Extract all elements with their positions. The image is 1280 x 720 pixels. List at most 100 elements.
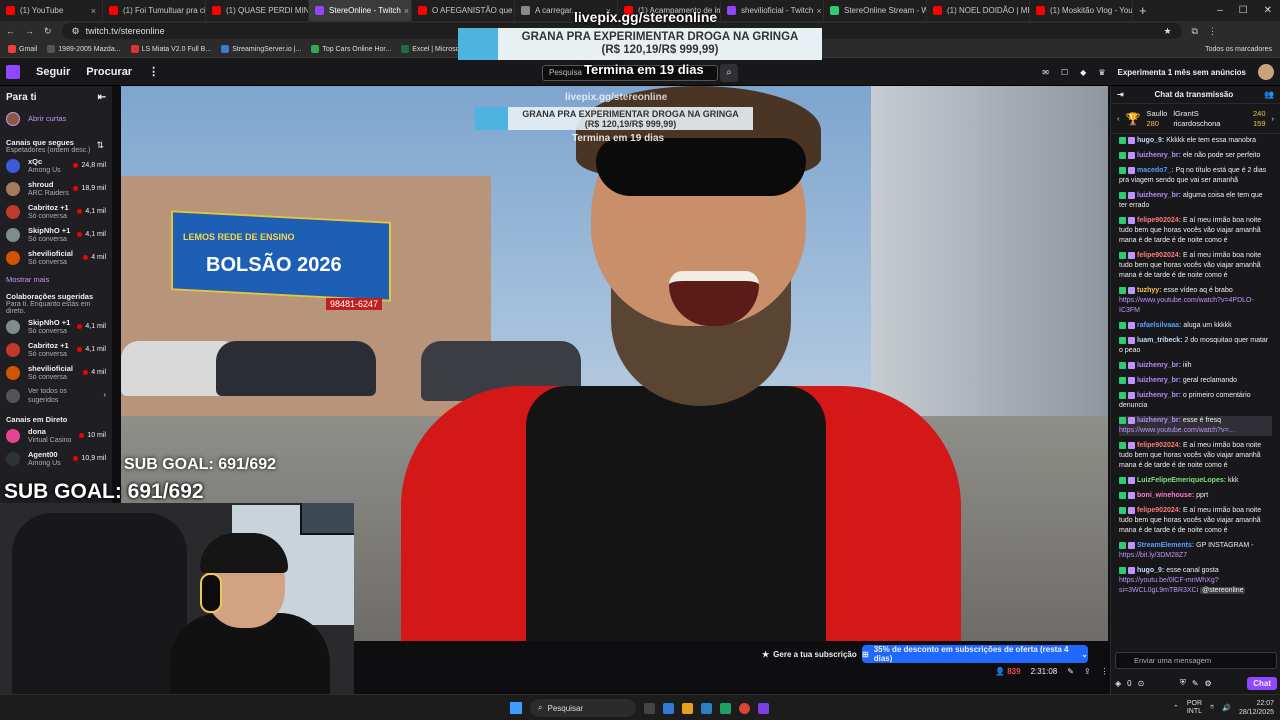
nav-follow[interactable]: Seguir [36,66,70,78]
site-info-icon[interactable]: ⚙ [72,26,80,37]
leaderboard-prev-icon[interactable]: ‹ [1117,114,1120,123]
tab-close-icon[interactable]: × [401,6,409,16]
new-tab-button[interactable]: + [1133,3,1153,18]
sidebar-channel[interactable]: SkipNhO +1 Só conversa 4,1 mil [0,223,112,246]
collapse-chat-icon[interactable]: ⇥ [1117,90,1124,99]
task-view-icon[interactable] [644,702,655,714]
bits-icon[interactable]: ◆ [1080,68,1086,77]
store-icon[interactable] [701,702,712,714]
windows-start-icon[interactable] [510,702,522,714]
bookmark-item[interactable]: Gmail [8,45,37,53]
twitch-logo-icon[interactable] [6,64,20,79]
browser-tab[interactable]: (1) Moskitão Vlog - YouTu× [1030,0,1133,21]
chat-username[interactable]: luizhenry_br: [1137,192,1181,199]
file-explorer-icon[interactable] [682,702,693,714]
forward-icon[interactable]: → [25,26,34,36]
whispers-icon[interactable]: ☐ [1061,68,1068,77]
language-indicator[interactable]: POR INTL [1187,700,1202,716]
chat-username[interactable]: macedo7_: [1137,167,1174,174]
prime-promo-button[interactable]: Experimenta 1 mês sem anúncios [1118,68,1247,77]
search-icon[interactable]: ⌕ [720,64,738,82]
chat-users-icon[interactable]: 👥 [1264,90,1274,99]
share-icon[interactable]: ⇪ [1084,667,1091,676]
chat-username[interactable]: luizhenry_br: [1137,377,1181,384]
chat-username[interactable]: felipe902024: [1137,507,1181,514]
shield-icon[interactable]: ⛨ [1180,678,1186,688]
leaderboard-next-icon[interactable]: › [1272,114,1275,123]
gift-sub-button[interactable]: ★ Gere a tua subscrição [762,646,857,662]
chat-link[interactable]: https://www.youtube.com/watch?v=4PDLO-IC… [1119,297,1254,314]
chat-username[interactable]: luizhenry_br: [1137,152,1181,159]
sidebar-channel[interactable]: dona Virtual Casino 10 mil [0,424,112,447]
prediction-icon[interactable]: ⊙ [1138,679,1145,688]
sidebar-channel[interactable]: xQc Among Us 24,8 mil [0,154,112,177]
chat-username[interactable]: boni_winehouse: [1137,492,1194,499]
browser-tab[interactable]: (1) Foi Tumultuar pra cim× [103,0,206,21]
bookmark-item[interactable]: LS Miata V2.0 Full B... [130,45,211,53]
chat-username[interactable]: LuizFelipeEmeriqueLopes: [1137,477,1226,484]
chat-username[interactable]: felipe902024: [1137,442,1181,449]
extensions-icon[interactable]: ⧉ [1192,26,1198,37]
browser-tab[interactable]: O AFEGANISTÃO que nin× [412,0,515,21]
browser-tab[interactable]: (1) QUASE PERDI MINHA× [206,0,309,21]
chat-mention[interactable]: @stereonline [1200,587,1246,594]
edit-icon[interactable]: ✎ [1067,667,1074,676]
minimize-icon[interactable]: – [1217,5,1223,16]
chat-username[interactable]: luam_tribeck: [1137,337,1183,344]
back-icon[interactable]: ← [6,26,15,36]
chat-input[interactable]: Enviar uma mensagem [1115,652,1277,669]
inbox-icon[interactable]: ✉ [1042,68,1049,77]
more-options-icon[interactable]: ⋮ [1101,667,1109,676]
maximize-icon[interactable]: ☐ [1239,5,1248,16]
bookmark-item[interactable]: 1989-2005 Mazda... [47,45,121,53]
browser-tab[interactable]: (1) YouTube × [0,0,103,21]
tray-chevron-icon[interactable]: ⌃ [1173,704,1179,712]
open-shorts[interactable]: Abrir curtas [0,107,112,130]
prime-crown-icon[interactable]: ♛ [1098,68,1105,77]
sort-icon[interactable]: ⇅ [96,130,112,151]
bookmark-item[interactable]: StreamingServer.io |... [221,45,301,53]
sidebar-channel[interactable]: Cabritoz +1 Só conversa 4,1 mil [0,200,112,223]
chat-username[interactable]: felipe902024: [1137,252,1181,259]
sidebar-channel[interactable]: Cabritoz +1 Só conversa 4,1 mil [0,338,112,361]
chat-username[interactable]: hugo_9: [1137,567,1164,574]
chat-link[interactable]: https://bit.ly/3DM28Z7 [1119,552,1187,559]
tab-close-icon[interactable]: × [88,6,96,16]
chat-link[interactable]: https://www.youtube.com/watch?v=... [1119,427,1234,434]
chat-username[interactable]: felipe902024: [1137,217,1181,224]
user-avatar[interactable] [1258,64,1274,80]
chat-username[interactable]: luizhenry_br: [1137,362,1181,369]
browser-tab[interactable]: shevilioficial - Twitch × [721,0,824,21]
gift-discount-button[interactable]: ⊞ 35% de desconto em subscrições de ofer… [862,645,1088,663]
channel-points-icon[interactable]: ◈ [1115,679,1121,688]
chat-username[interactable]: StreamElements: [1137,542,1194,549]
sidebar-channel[interactable]: shevilioficial Só conversa 4 mil [0,361,112,384]
network-icon[interactable]: ⌾ [1210,704,1214,712]
copilot-icon[interactable] [663,702,674,714]
emote-icon[interactable]: ✎ [1192,679,1199,688]
chat-username[interactable]: hugo_9: [1137,137,1164,144]
bookmark-item[interactable]: Top Cars Online Hor... [311,45,391,53]
browser-tab[interactable]: StereOnline Stream - Wat× [824,0,927,21]
chrome-icon[interactable] [739,702,750,714]
chat-username[interactable]: rafaelsilvaaa: [1137,322,1181,329]
browser-tab[interactable]: (1) NOEL DOIDÃO | MER× [927,0,1030,21]
all-bookmarks[interactable]: Todos os marcadores [1205,46,1272,53]
app-icon[interactable] [758,702,769,714]
sidebar-channel[interactable]: shevilioficial Só conversa 4 mil [0,246,112,269]
chat-username[interactable]: luizhenry_br: [1137,417,1181,424]
collapse-sidebar-icon[interactable]: ⇤ [98,92,106,103]
chat-send-button[interactable]: Chat [1247,676,1277,690]
close-window-icon[interactable]: ✕ [1264,5,1272,16]
more-menu-icon[interactable]: ⋮ [148,65,159,78]
bookmark-star-icon[interactable]: ★ [1163,26,1171,37]
see-all-suggested[interactable]: Ver todos os sugeridos › [0,384,112,407]
chat-username[interactable]: luizhenry_br: [1137,392,1181,399]
volume-icon[interactable]: 🔊 [1222,704,1231,712]
show-more-link[interactable]: Mostrar mais [0,269,112,290]
chat-username[interactable]: tuzhyy: [1137,287,1162,294]
sidebar-channel[interactable]: SkipNhO +1 Só conversa 4,1 mil [0,315,112,338]
tab-close-icon[interactable]: × [813,6,821,16]
sidebar-channel[interactable]: Agent00 Among Us 10,9 mil [0,447,112,470]
chat-settings-icon[interactable]: ⚙ [1205,679,1212,688]
